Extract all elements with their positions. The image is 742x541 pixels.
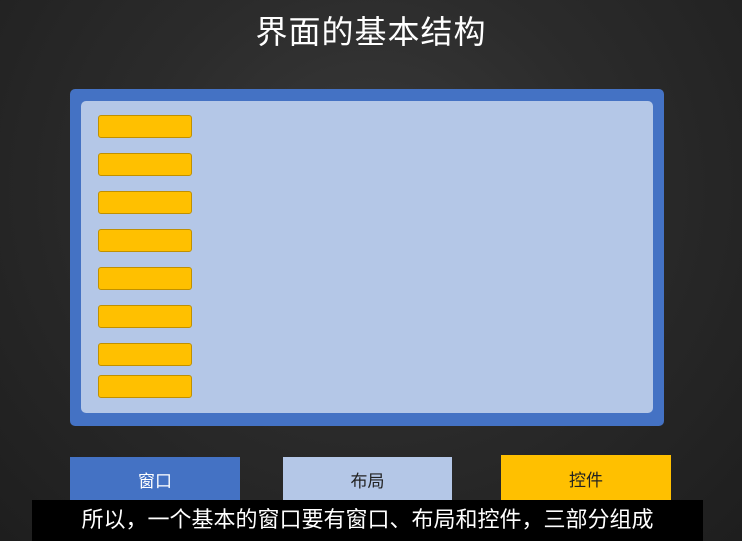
control-item <box>98 229 192 252</box>
legend-controls: 控件 <box>501 455 671 501</box>
control-item <box>98 305 192 328</box>
control-item <box>98 267 192 290</box>
control-item <box>98 115 192 138</box>
control-item <box>98 191 192 214</box>
window-diagram <box>70 89 664 426</box>
legend-layout: 布局 <box>283 457 452 501</box>
legend-window: 窗口 <box>70 457 240 501</box>
legend-layout-label: 布局 <box>350 471 385 492</box>
slide-title: 界面的基本结构 <box>255 13 487 51</box>
layout-area <box>81 101 653 413</box>
legend-window-label: 窗口 <box>138 471 172 492</box>
video-subtitle: 所以，一个基本的窗口要有窗口、布局和控件，三部分组成 <box>32 500 703 541</box>
control-item <box>98 375 192 398</box>
control-item <box>98 343 192 366</box>
legend-controls-label: 控件 <box>569 470 603 491</box>
control-item <box>98 153 192 176</box>
